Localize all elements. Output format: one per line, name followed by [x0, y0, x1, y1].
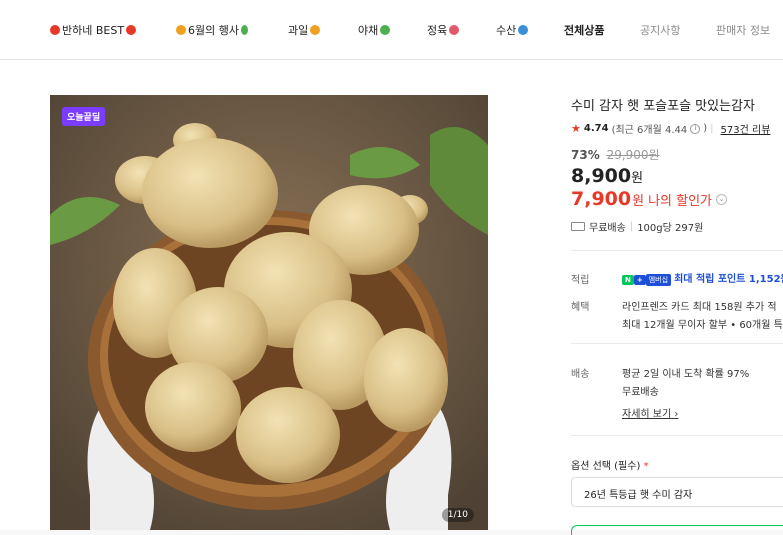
benefit-line1: 라인프렌즈 카드 최대 158원 추가 적	[622, 302, 777, 313]
nav-item-label: 판매자 정보	[716, 24, 771, 37]
rating-recent-close: )	[703, 123, 708, 134]
nav-item-label: 반하네 BEST	[62, 24, 125, 37]
nav-item-label: 공지사항	[640, 24, 681, 37]
my-price-unit: 원	[632, 193, 645, 209]
delivery-label: 배송	[571, 369, 590, 380]
original-price: 29,900원	[606, 148, 660, 162]
my-price-value: 7,900	[571, 188, 632, 210]
fruit-icon	[310, 25, 321, 35]
separator: |	[710, 123, 714, 134]
my-price-label: 나의 할인가	[648, 193, 713, 209]
my-discount-price[interactable]: 7,900 원 나의 할인가 ⌄	[571, 188, 728, 210]
free-shipping: 무료배송	[589, 223, 626, 234]
leaf-icon	[240, 25, 248, 35]
nav-item-meat[interactable]: 정육	[427, 22, 460, 38]
unit-price: 100g당 297원	[637, 223, 704, 234]
today-deal-badge: 오늘끝딜	[62, 107, 106, 126]
benefit-line2: 최대 12개월 무이자 할부 • 60개월 특	[622, 320, 783, 331]
benefit-label: 혜택	[571, 302, 590, 313]
npay-badge: N	[622, 275, 634, 285]
truck-icon	[571, 222, 585, 231]
orange-icon	[176, 25, 186, 35]
category-nav: 반하네 BEST 6월의 행사 과일 야채 정육 수산 전체상품 공지사항 판매…	[0, 0, 783, 60]
rating-score: 4.74	[583, 123, 609, 134]
more-details-link[interactable]: 자세히 보기 ›	[622, 405, 678, 420]
option-select[interactable]: 26년 특등급 햇 수미 감자	[571, 477, 783, 507]
product-image[interactable]: 오늘끝딜 1/10	[50, 95, 488, 530]
divider	[571, 250, 783, 251]
delivery-line1: 평균 2일 이내 도착 확률 97%	[622, 369, 750, 380]
product-title: 수미 감자 햇 포슬포슬 맛있는감자	[571, 99, 755, 114]
product-detail: 오늘끝딜 1/10 수미 감자 햇 포슬포슬 맛있는감자 ★ 4.74 (최근 …	[0, 60, 783, 535]
info-icon[interactable]: i	[690, 123, 701, 134]
discount-percent: 73%	[571, 148, 600, 162]
nav-item-seller-info[interactable]: 판매자 정보	[716, 22, 770, 38]
nav-item-fruit[interactable]: 과일	[288, 22, 321, 38]
divider	[571, 343, 783, 344]
required-mark: *	[643, 461, 649, 472]
sale-price-unit: 원	[631, 171, 644, 186]
nav-item-all-products[interactable]: 전체상품	[564, 22, 604, 38]
buy-button-edge[interactable]	[571, 525, 783, 535]
rating-row: ★ 4.74 (최근 6개월 4.44 i ) | 573건 리뷰	[571, 121, 770, 136]
sale-price: 8,900원	[571, 165, 643, 187]
nav-item-label: 야채	[358, 24, 379, 37]
option-label-text: 옵션 선택 (필수)	[571, 461, 641, 472]
nav-item-vegetable[interactable]: 야채	[358, 22, 391, 38]
sale-price-value: 8,900	[571, 165, 632, 187]
heart-icon	[126, 25, 137, 35]
max-points[interactable]: 최대 적립 포인트 1,152원	[674, 274, 783, 285]
points-label: 적립	[571, 275, 590, 286]
nav-item-label: 6월의 행사	[188, 24, 239, 37]
points-value: N + 멤버십 최대 적립 포인트 1,152원	[622, 270, 783, 286]
separator: |	[629, 221, 634, 232]
fish-icon	[518, 25, 529, 35]
potato-basket-image	[50, 95, 488, 530]
chevron-right-icon: ›	[674, 409, 679, 420]
reviews-link[interactable]: 573건 리뷰	[721, 121, 771, 136]
nav-item-best[interactable]: 반하네 BEST	[50, 22, 137, 38]
nav-item-label: 과일	[288, 24, 309, 37]
chevron-down-icon: ⌄	[716, 193, 728, 205]
vegetable-icon	[380, 25, 391, 35]
membership-badge: 멤버십	[645, 274, 672, 286]
shipping-row: 무료배송 | 100g당 297원	[571, 219, 703, 234]
nav-item-label: 전체상품	[564, 24, 605, 37]
meat-icon	[449, 25, 460, 35]
star-icon: ★	[571, 122, 581, 135]
nav-item-label: 수산	[496, 24, 517, 37]
option-label: 옵션 선택 (필수) *	[571, 457, 649, 472]
more-details-label: 자세히 보기	[622, 409, 672, 420]
image-pager: 1/10	[441, 508, 474, 522]
npay-plus-badge: +	[633, 275, 646, 285]
nav-item-notice[interactable]: 공지사항	[640, 22, 680, 38]
nav-item-label: 정육	[427, 24, 448, 37]
divider	[571, 435, 783, 436]
nav-item-seafood[interactable]: 수산	[496, 22, 529, 38]
discount-row: 73% 29,900원	[571, 146, 660, 163]
heart-icon	[50, 25, 60, 35]
rating-recent: (최근 6개월 4.44	[611, 125, 688, 136]
delivery-line2: 무료배송	[622, 387, 659, 398]
nav-item-june-event[interactable]: 6월의 행사	[176, 22, 248, 38]
